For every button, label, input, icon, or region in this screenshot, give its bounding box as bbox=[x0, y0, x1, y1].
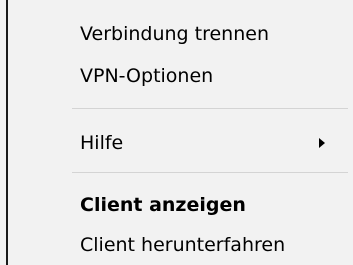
menu-item-show-client[interactable]: Client anzeigen bbox=[80, 193, 246, 217]
menu-item-vpn-options[interactable]: VPN-Optionen bbox=[80, 64, 213, 88]
context-menu: Verbindung trennen VPN-Optionen Hilfe Cl… bbox=[0, 0, 353, 265]
menu-left-border bbox=[6, 0, 8, 265]
menu-separator bbox=[72, 172, 348, 173]
menu-separator bbox=[72, 108, 348, 109]
menu-item-disconnect[interactable]: Verbindung trennen bbox=[80, 22, 269, 46]
menu-item-help[interactable]: Hilfe bbox=[80, 131, 123, 155]
menu-item-shutdown-client[interactable]: Client herunterfahren bbox=[80, 233, 285, 257]
chevron-right-icon bbox=[319, 138, 325, 148]
